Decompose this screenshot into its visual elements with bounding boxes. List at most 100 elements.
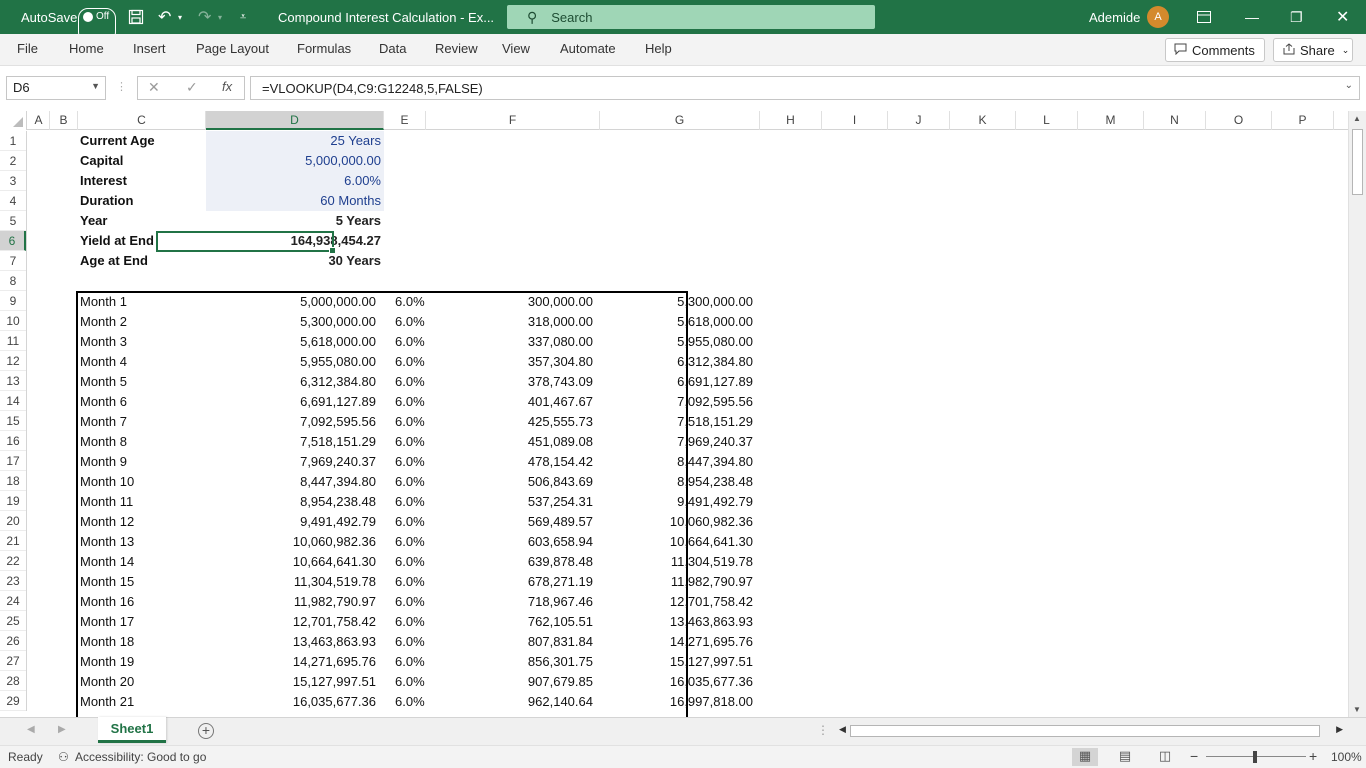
table-cell[interactable]: 6.0%	[384, 672, 426, 692]
vertical-scrollbar[interactable]: ▲ ▼	[1348, 111, 1366, 717]
table-cell[interactable]: Month 10	[28, 472, 206, 492]
menu-data[interactable]: Data	[379, 41, 406, 56]
table-cell[interactable]: Month 19	[28, 652, 206, 672]
table-cell[interactable]: 537,254.31	[426, 492, 600, 512]
table-cell[interactable]: 6.0%	[384, 632, 426, 652]
column-header-k[interactable]: K	[950, 111, 1016, 130]
row-header-1[interactable]: 1	[0, 131, 26, 151]
table-cell[interactable]: 6.0%	[384, 652, 426, 672]
table-cell[interactable]: 8,447,394.80	[600, 452, 760, 472]
table-cell[interactable]: 6,691,127.89	[206, 392, 384, 412]
active-cell-selection[interactable]	[156, 231, 336, 254]
table-cell[interactable]: 5,300,000.00	[600, 292, 760, 312]
row-header-9[interactable]: 9	[0, 291, 26, 311]
search-box[interactable]: ⚲ Search	[507, 5, 875, 29]
row-header-14[interactable]: 14	[0, 391, 26, 411]
table-cell[interactable]: 5,618,000.00	[600, 312, 760, 332]
row-header-7[interactable]: 7	[0, 251, 26, 271]
add-sheet-icon[interactable]: +	[198, 723, 214, 739]
table-cell[interactable]: Month 7	[28, 412, 206, 432]
table-cell[interactable]: 7,518,151.29	[206, 432, 384, 452]
sheet-tab-sheet1[interactable]: Sheet1	[98, 717, 166, 743]
menu-file[interactable]: File	[17, 41, 38, 56]
menu-home[interactable]: Home	[69, 41, 104, 56]
table-cell[interactable]: 962,140.64	[426, 692, 600, 712]
share-button[interactable]: Share ⌄	[1273, 38, 1353, 62]
table-cell[interactable]: 7,518,151.29	[600, 412, 760, 432]
table-cell[interactable]: 6.0%	[384, 612, 426, 632]
row-header-12[interactable]: 12	[0, 351, 26, 371]
table-cell[interactable]: 300,000.00	[426, 292, 600, 312]
select-all-button[interactable]	[0, 111, 27, 130]
restore-icon[interactable]: ❐	[1290, 0, 1303, 34]
table-cell[interactable]: 907,679.85	[426, 672, 600, 692]
row-header-25[interactable]: 25	[0, 611, 26, 631]
table-cell[interactable]: 6.0%	[384, 472, 426, 492]
table-cell[interactable]: 718,967.46	[426, 592, 600, 612]
table-cell[interactable]: 357,304.80	[426, 352, 600, 372]
menu-help[interactable]: Help	[645, 41, 672, 56]
table-cell[interactable]: 8,954,238.48	[206, 492, 384, 512]
normal-view-icon[interactable]: ▦	[1072, 748, 1098, 766]
table-cell[interactable]: Month 4	[28, 352, 206, 372]
table-cell[interactable]: 5,618,000.00	[206, 332, 384, 352]
table-cell[interactable]: 15,127,997.51	[206, 672, 384, 692]
column-header-o[interactable]: O	[1206, 111, 1272, 130]
column-header-j[interactable]: J	[888, 111, 950, 130]
table-cell[interactable]: Month 15	[28, 572, 206, 592]
row-header-28[interactable]: 28	[0, 671, 26, 691]
table-cell[interactable]: Month 18	[28, 632, 206, 652]
accessibility-icon[interactable]: ⚇	[58, 750, 69, 764]
table-cell[interactable]: 8,447,394.80	[206, 472, 384, 492]
menu-view[interactable]: View	[502, 41, 530, 56]
table-cell[interactable]: 13,463,863.93	[206, 632, 384, 652]
minimize-icon[interactable]: —	[1245, 0, 1259, 34]
scroll-right-icon[interactable]: ▶	[1336, 724, 1343, 735]
table-cell[interactable]: Month 20	[28, 672, 206, 692]
customize-qat-icon[interactable]: ⩡	[240, 0, 246, 34]
horizontal-scroll-thumb[interactable]	[850, 725, 1320, 737]
menu-review[interactable]: Review	[435, 41, 478, 56]
table-cell[interactable]: 12,701,758.42	[600, 592, 760, 612]
table-cell[interactable]: 639,878.48	[426, 552, 600, 572]
menu-page-layout[interactable]: Page Layout	[196, 41, 269, 56]
menu-automate[interactable]: Automate	[560, 41, 616, 56]
cancel-icon[interactable]: ✕	[148, 79, 160, 96]
avatar[interactable]: A	[1147, 6, 1169, 28]
formula-input[interactable]: =VLOOKUP(D4,C9:G12248,5,FALSE) ⌄	[250, 76, 1360, 100]
save-icon[interactable]	[128, 0, 144, 34]
row-header-3[interactable]: 3	[0, 171, 26, 191]
prev-sheet-icon[interactable]: ◀	[27, 724, 35, 735]
table-cell[interactable]: 678,271.19	[426, 572, 600, 592]
scroll-up-icon[interactable]: ▲	[1353, 114, 1361, 123]
table-cell[interactable]: 7,092,595.56	[206, 412, 384, 432]
table-cell[interactable]: 14,271,695.76	[206, 652, 384, 672]
table-cell[interactable]: 506,843.69	[426, 472, 600, 492]
row-header-10[interactable]: 10	[0, 311, 26, 331]
table-cell[interactable]: 318,000.00	[426, 312, 600, 332]
table-cell[interactable]: 11,982,790.97	[600, 572, 760, 592]
table-cell[interactable]: 478,154.42	[426, 452, 600, 472]
row-header-23[interactable]: 23	[0, 571, 26, 591]
row-header-2[interactable]: 2	[0, 151, 26, 171]
insert-function-icon[interactable]: fx	[222, 79, 232, 94]
table-cell[interactable]: Month 13	[28, 532, 206, 552]
row-header-13[interactable]: 13	[0, 371, 26, 391]
undo-dropdown-icon[interactable]: ▾	[178, 0, 182, 34]
accessibility-status[interactable]: Accessibility: Good to go	[75, 750, 206, 764]
row-header-26[interactable]: 26	[0, 631, 26, 651]
table-cell[interactable]: 6.0%	[384, 512, 426, 532]
summary-value[interactable]: 6.00%	[206, 171, 384, 191]
horizontal-scrollbar[interactable]: ◀ ▶	[836, 724, 1346, 738]
row-header-20[interactable]: 20	[0, 511, 26, 531]
zoom-out-icon[interactable]: −	[1190, 748, 1198, 764]
column-header-l[interactable]: L	[1016, 111, 1078, 130]
table-cell[interactable]: 5,955,080.00	[206, 352, 384, 372]
redo-icon[interactable]: ↷	[198, 0, 211, 34]
summary-value[interactable]: 5 Years	[206, 211, 384, 231]
table-cell[interactable]: 6.0%	[384, 432, 426, 452]
scroll-left-icon[interactable]: ◀	[839, 724, 846, 735]
table-cell[interactable]: 7,969,240.37	[206, 452, 384, 472]
vertical-scroll-thumb[interactable]	[1352, 129, 1363, 195]
table-cell[interactable]: Month 11	[28, 492, 206, 512]
